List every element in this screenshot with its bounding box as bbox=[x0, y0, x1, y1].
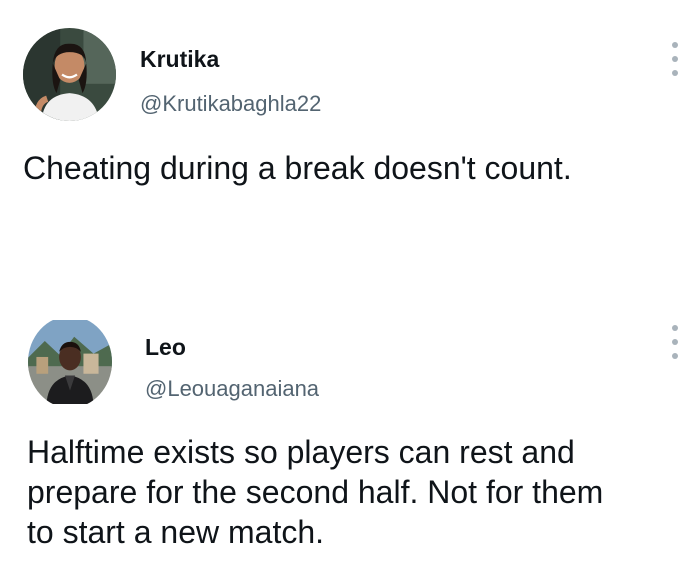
author-handle[interactable]: @Leouaganaiana bbox=[145, 376, 319, 402]
dot bbox=[672, 325, 678, 331]
author-avatar[interactable] bbox=[23, 28, 116, 121]
avatar-photo-icon bbox=[28, 320, 112, 404]
author-name[interactable]: Leo bbox=[145, 334, 186, 361]
tweet-card[interactable]: Krutika @Krutikabaghla22 Cheating during… bbox=[0, 0, 700, 300]
author-handle[interactable]: @Krutikabaghla22 bbox=[140, 91, 321, 117]
tweet-text-line: Halftime exists so players can rest and bbox=[27, 434, 575, 470]
avatar-photo-icon bbox=[23, 28, 116, 121]
tweet-text: Halftime exists so players can rest and … bbox=[27, 432, 687, 552]
tweet-card[interactable]: Leo @Leouaganaiana Halftime exists so pl… bbox=[0, 300, 700, 578]
author-avatar[interactable] bbox=[28, 316, 112, 408]
dot bbox=[672, 70, 678, 76]
author-name[interactable]: Krutika bbox=[140, 46, 219, 73]
tweet-text: Cheating during a break doesn't count. bbox=[23, 150, 572, 186]
tweet-text-line: prepare for the second half. Not for the… bbox=[27, 474, 604, 510]
dot bbox=[672, 56, 678, 62]
dot bbox=[672, 42, 678, 48]
more-options-icon[interactable] bbox=[668, 325, 682, 359]
dot bbox=[672, 353, 678, 359]
dot bbox=[672, 339, 678, 345]
more-options-icon[interactable] bbox=[668, 42, 682, 76]
tweet-text-line: to start a new match. bbox=[27, 514, 325, 550]
